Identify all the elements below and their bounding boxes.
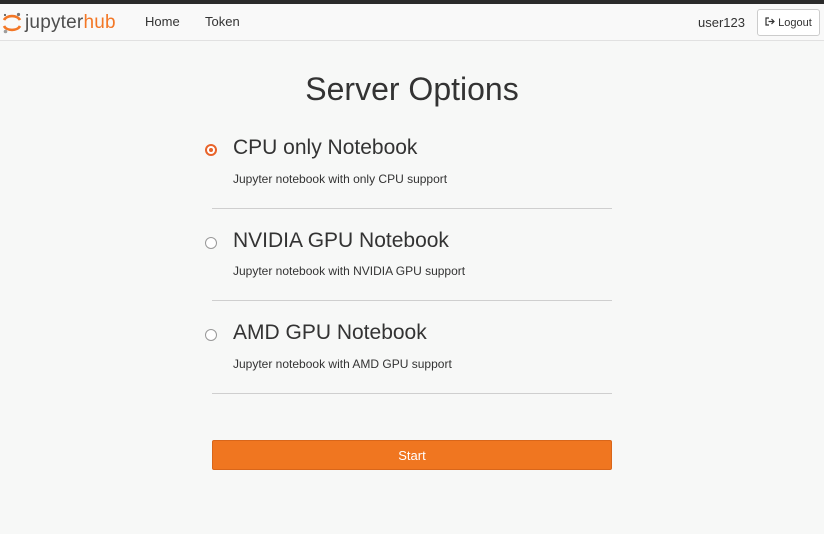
sign-out-icon [765, 16, 776, 29]
logo-text: jupyterhub [25, 12, 116, 33]
radio-amd-gpu-notebook[interactable] [205, 329, 217, 341]
option-description: Jupyter notebook with NVIDIA GPU support [233, 264, 466, 278]
nav-token-link[interactable]: Token [205, 14, 240, 29]
option-description: Jupyter notebook with only CPU support [233, 172, 448, 186]
option-title: CPU only Notebook [233, 136, 418, 159]
option-title: AMD GPU Notebook [233, 321, 427, 344]
jupyter-logo-icon [2, 12, 22, 34]
logout-label: Logout [778, 16, 812, 29]
option-description: Jupyter notebook with AMD GPU support [233, 357, 452, 371]
jupyterhub-logo[interactable]: jupyterhub [2, 11, 116, 35]
radio-nvidia-gpu-notebook[interactable] [205, 237, 217, 249]
option-divider [212, 300, 612, 301]
option-title: NVIDIA GPU Notebook [233, 229, 449, 252]
option-nvidia-gpu-notebook[interactable]: NVIDIA GPU Notebook Jupyter notebook wit… [204, 229, 612, 289]
option-amd-gpu-notebook[interactable]: AMD GPU Notebook Jupyter notebook with A… [204, 321, 612, 381]
option-divider [212, 208, 612, 209]
logout-button[interactable]: Logout [757, 9, 820, 36]
username-label: user123 [698, 15, 745, 30]
start-label: Start [398, 447, 426, 463]
start-button[interactable]: Start [212, 440, 612, 470]
radio-cpu-notebook[interactable] [205, 144, 217, 156]
page-title: Server Options [305, 71, 519, 107]
navbar: jupyterhub Home Token user123 Logout [0, 4, 824, 41]
option-divider [212, 393, 612, 394]
option-cpu-notebook[interactable]: CPU only Notebook Jupyter notebook with … [204, 136, 612, 196]
nav-home-link[interactable]: Home [145, 14, 180, 29]
